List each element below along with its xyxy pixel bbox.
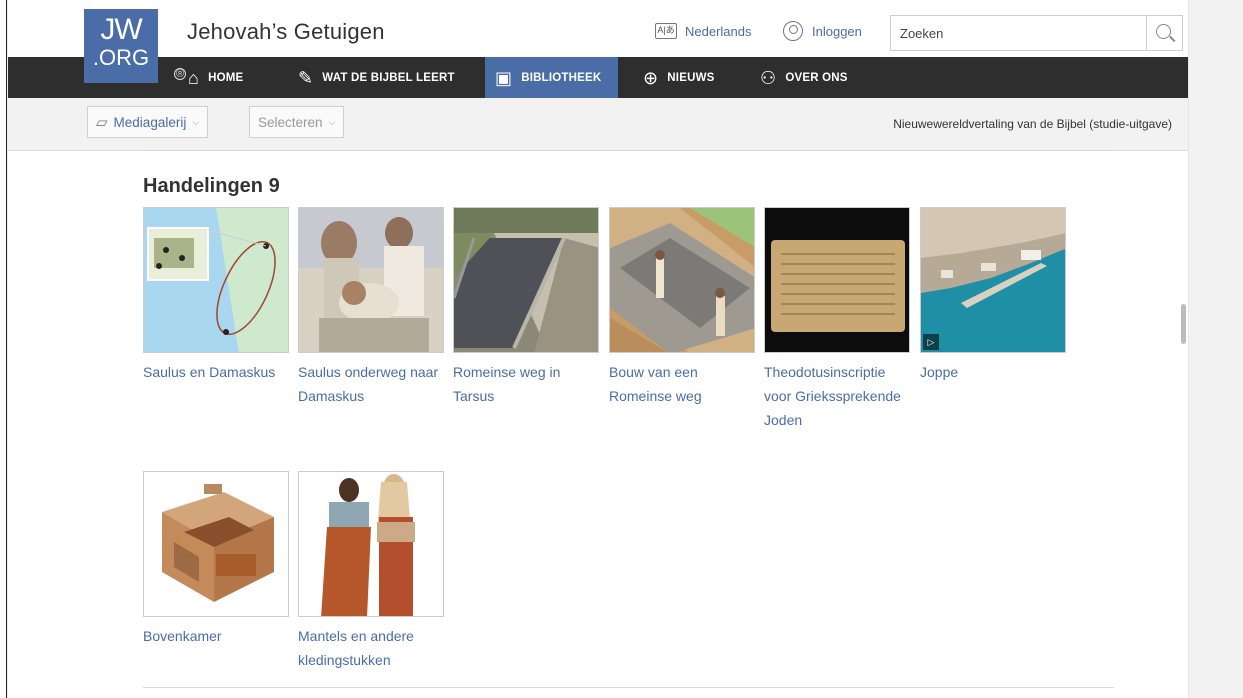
- search-input[interactable]: [891, 16, 1146, 50]
- registered-mark: ®: [174, 68, 186, 80]
- chevron-down-icon: ⌵: [192, 116, 200, 127]
- media-caption[interactable]: Mantels en andere kledingstukken: [298, 624, 448, 672]
- chevron-down-icon: ⌵: [328, 116, 336, 127]
- logo-jw-text: JW: [100, 13, 142, 46]
- language-label: Nederlands: [685, 23, 752, 39]
- nav-about[interactable]: ⚇ OVER ONS: [760, 57, 848, 98]
- nav-home-label: HOME: [208, 71, 244, 84]
- media-caption[interactable]: Bovenkamer: [143, 624, 293, 648]
- search-button[interactable]: [1146, 16, 1182, 50]
- media-thumbnail[interactable]: [609, 207, 755, 353]
- media-thumbnail[interactable]: [298, 207, 444, 353]
- library-icon: ▣: [495, 67, 513, 88]
- globe-icon: ⊕: [643, 67, 659, 88]
- media-caption[interactable]: Saulus onderweg naar Damaskus: [298, 360, 448, 408]
- media-thumbnail[interactable]: [143, 471, 289, 617]
- language-icon: A|あ: [655, 23, 677, 39]
- media-gallery-dropdown[interactable]: ▱ Mediagalerij ⌵: [87, 106, 209, 138]
- nav-bible-teaches[interactable]: ✎ WAT DE BIJBEL LEERT: [298, 57, 455, 98]
- media-caption[interactable]: Romeinse weg in Tarsus: [453, 360, 603, 408]
- search-box: [890, 15, 1183, 51]
- divider-top: [143, 150, 1114, 151]
- nav-news[interactable]: ⊕ NIEUWS: [643, 57, 715, 98]
- home-icon: ⌂: [188, 67, 200, 88]
- scrollbar-thumb[interactable]: [1181, 304, 1186, 344]
- nav-about-label: OVER ONS: [785, 71, 848, 84]
- media-item[interactable]: Saulus onderweg naar Damaskus: [298, 207, 444, 408]
- select-label: Selecteren: [258, 114, 323, 130]
- site-title[interactable]: Jehovah’s Getuigen: [187, 19, 385, 45]
- nav-library-label: BIBLIOTHEEK: [521, 71, 602, 84]
- publication-title[interactable]: Nieuwewereldvertaling van de Bijbel (stu…: [893, 117, 1172, 131]
- video-play-icon[interactable]: ▷: [923, 334, 939, 350]
- nav-news-label: NIEUWS: [667, 71, 715, 84]
- people-icon: ⚇: [760, 67, 777, 88]
- media-item[interactable]: Bouw van een Romeinse weg: [609, 207, 755, 408]
- nav-library[interactable]: ▣ BIBLIOTHEEK: [485, 57, 618, 98]
- media-thumbnail[interactable]: ▷: [920, 207, 1066, 353]
- media-gallery-label: Mediagalerij: [113, 114, 187, 130]
- language-selector[interactable]: A|あ Nederlands: [655, 23, 752, 39]
- media-item[interactable]: Bovenkamer: [143, 471, 289, 648]
- section-heading: Handelingen 9: [143, 175, 280, 197]
- media-thumbnail[interactable]: [764, 207, 910, 353]
- jw-org-logo[interactable]: JW .ORG: [84, 9, 158, 83]
- media-item[interactable]: Saulus en Damaskus: [143, 207, 289, 384]
- logo-org-text: .ORG: [92, 45, 150, 70]
- bible-icon: ✎: [298, 67, 314, 88]
- media-item[interactable]: ▷ Joppe: [920, 207, 1066, 384]
- media-thumbnail[interactable]: [298, 471, 444, 617]
- login-label: Inloggen: [812, 23, 862, 39]
- media-item[interactable]: Mantels en andere kledingstukken: [298, 471, 444, 672]
- media-thumbnail[interactable]: [453, 207, 599, 353]
- scrollbar-track: [1181, 0, 1243, 698]
- nav-bible-label: WAT DE BIJBEL LEERT: [322, 71, 455, 84]
- user-icon: [783, 21, 803, 41]
- login-link[interactable]: Inloggen: [783, 21, 862, 41]
- media-item[interactable]: Theodotusinscriptie voor Griekssprekende…: [764, 207, 910, 432]
- gallery-icon: ▱: [96, 114, 108, 131]
- media-caption[interactable]: Bouw van een Romeinse weg: [609, 360, 759, 408]
- media-thumbnail[interactable]: [143, 207, 289, 353]
- window-edge: [0, 0, 7, 698]
- media-caption[interactable]: Theodotusinscriptie voor Griekssprekende…: [764, 360, 914, 432]
- divider-bottom: [143, 687, 1114, 688]
- media-caption[interactable]: Saulus en Damaskus: [143, 360, 293, 384]
- nav-home[interactable]: ⌂ HOME: [188, 57, 243, 98]
- media-caption[interactable]: Joppe: [920, 360, 1070, 384]
- media-item[interactable]: Romeinse weg in Tarsus: [453, 207, 599, 408]
- select-dropdown[interactable]: Selecteren ⌵: [249, 106, 345, 138]
